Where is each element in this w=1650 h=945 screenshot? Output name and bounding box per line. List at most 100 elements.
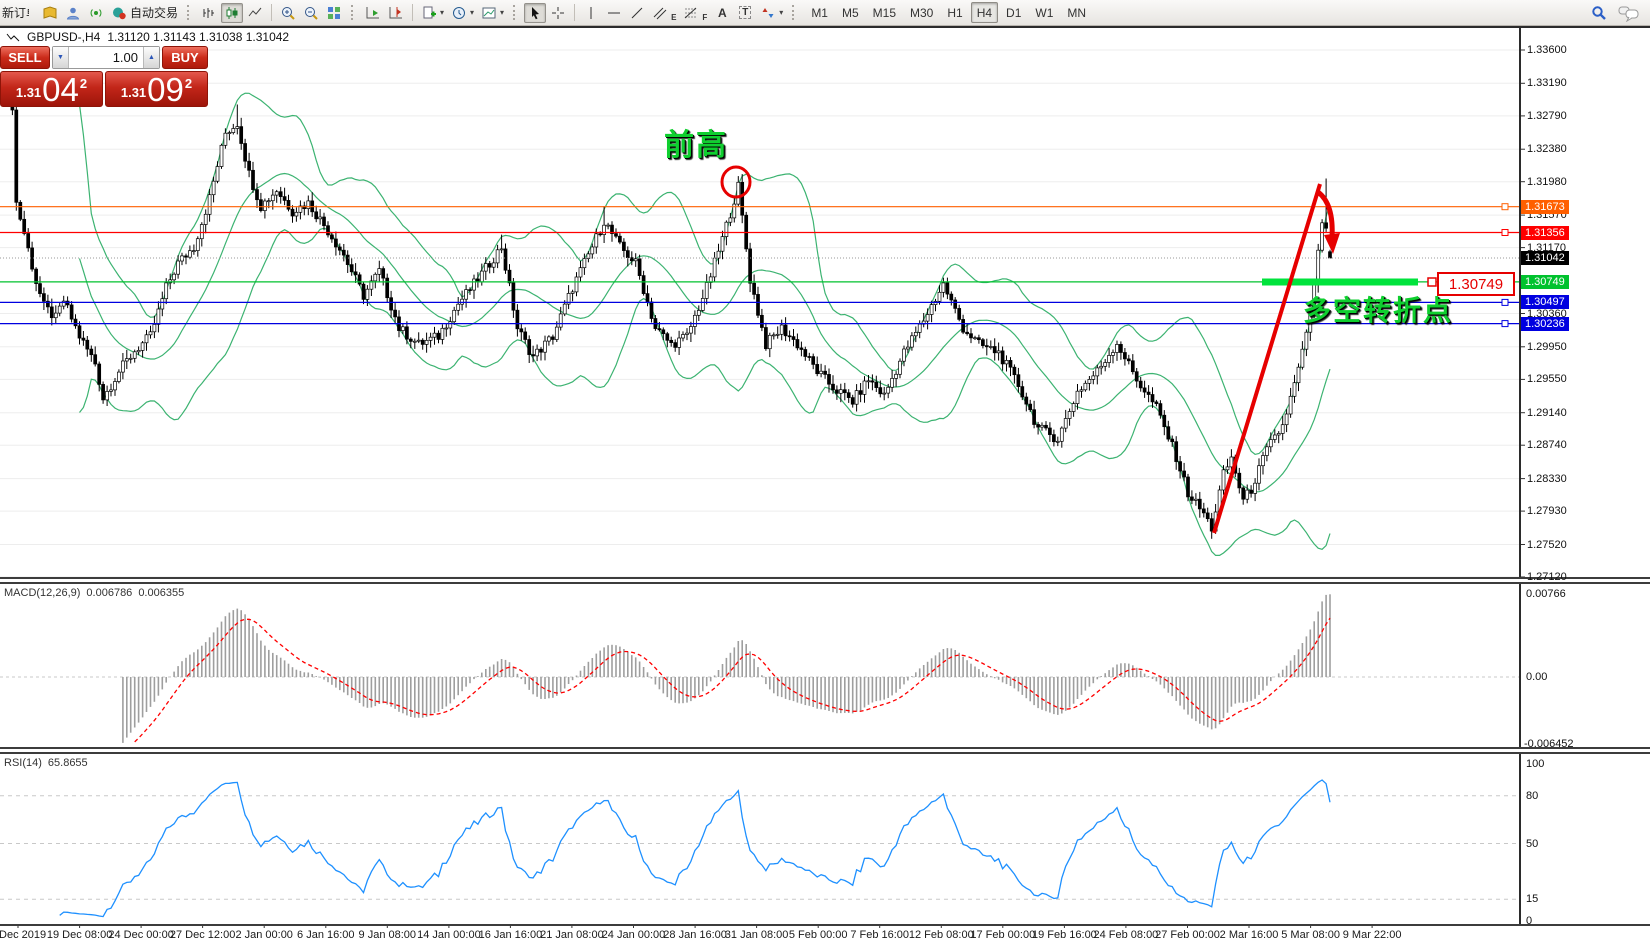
trendline-icon — [629, 5, 645, 21]
auto-scroll-button[interactable] — [362, 3, 384, 23]
indicators-button[interactable]: ▾ — [418, 3, 447, 23]
pivot-annotation: 多空转折点 — [1303, 289, 1453, 329]
auto-scroll-icon — [365, 5, 381, 21]
toolbar-grip[interactable] — [792, 5, 797, 20]
zoom-out-button[interactable] — [300, 3, 322, 23]
toolbar-grip[interactable] — [513, 5, 518, 20]
channel-tool-button[interactable]: E — [649, 3, 679, 23]
cursor-tool-button[interactable] — [524, 3, 546, 23]
arrow-down-icon: ▼ — [57, 54, 64, 61]
toolbar: 新订单 自动交易 ▾ ▾ — [0, 0, 1650, 26]
chevron-down-icon: ▾ — [440, 8, 444, 17]
bar-chart-icon — [201, 5, 217, 21]
timeframes: M1M5M15M30H1H4D1W1MN — [805, 2, 1092, 23]
trendline-tool-button[interactable] — [626, 3, 648, 23]
timeframe-H4[interactable]: H4 — [971, 2, 998, 23]
timeframe-D1[interactable]: D1 — [1000, 2, 1027, 23]
auto-trading-label: 自动交易 — [130, 4, 178, 21]
annotations-layer — [0, 0, 1650, 945]
zoom-in-icon — [280, 5, 296, 21]
new-order-button[interactable]: 新订单 — [4, 3, 38, 23]
auto-trading-icon — [111, 5, 127, 21]
search-icon[interactable] — [1590, 4, 1608, 22]
one-click-trading-panel: SELL ▼ 1.00 ▲ BUY 1.31 04 2 1.31 09 2 — [0, 46, 208, 107]
zoom-in-button[interactable] — [277, 3, 299, 23]
toolbar-grip[interactable] — [187, 5, 192, 20]
sell-price-main: 04 — [42, 75, 79, 105]
candlestick-chart-button[interactable] — [221, 3, 243, 23]
prev-high-circle[interactable] — [722, 167, 750, 197]
candlestick-icon — [224, 5, 240, 21]
rally-trendline[interactable] — [1214, 184, 1320, 533]
arrow-up-icon: ▲ — [148, 54, 155, 61]
volume-input[interactable]: 1.00 — [69, 47, 143, 68]
chevron-down-icon: ▾ — [500, 8, 504, 17]
chart-ohlc: 1.31120 1.31143 1.31038 1.31042 — [107, 30, 289, 44]
timeframe-M15[interactable]: M15 — [867, 2, 902, 23]
indicators-icon — [421, 5, 437, 21]
vertical-line-tool-button[interactable] — [580, 3, 602, 23]
line-chart-button[interactable] — [244, 3, 266, 23]
line-chart-icon — [247, 5, 263, 21]
clock-icon — [451, 5, 467, 21]
templates-button[interactable]: ▾ — [478, 3, 507, 23]
buy-price-pip: 2 — [185, 76, 192, 91]
fibo-letter: F — [702, 13, 707, 22]
sell-button[interactable]: SELL — [0, 46, 50, 69]
arrows-tool-button[interactable]: ▾ — [757, 3, 786, 23]
chevron-down-icon: ▾ — [779, 8, 783, 17]
pivot-line-handle[interactable] — [1428, 278, 1436, 286]
fibonacci-tool-button[interactable]: F — [680, 3, 710, 23]
fibonacci-icon — [683, 5, 699, 21]
text-tool-button[interactable]: A — [711, 3, 733, 23]
channel-icon — [652, 5, 668, 21]
chart-title: GBPUSD-,H4 1.31120 1.31143 1.31038 1.310… — [6, 30, 289, 44]
tile-windows-icon — [326, 5, 342, 21]
sell-price[interactable]: 1.31 04 2 — [0, 71, 103, 107]
timeframe-MN[interactable]: MN — [1061, 2, 1092, 23]
crosshair-tool-button[interactable] — [547, 3, 569, 23]
sell-price-pip: 2 — [80, 76, 87, 91]
channel-letter: E — [671, 13, 676, 22]
bar-chart-button[interactable] — [198, 3, 220, 23]
chart-title-icon — [6, 32, 20, 42]
library-button[interactable] — [39, 3, 61, 23]
timeframe-W1[interactable]: W1 — [1029, 2, 1059, 23]
pivot-price-tag[interactable]: 1.30749 — [1437, 272, 1515, 296]
timeframe-H1[interactable]: H1 — [941, 2, 968, 23]
vertical-line-icon — [583, 5, 599, 21]
new-order-label: 新订单 — [2, 4, 29, 21]
volume-stepper: ▼ 1.00 ▲ — [52, 46, 160, 69]
chevron-down-icon: ▾ — [470, 8, 474, 17]
horizontal-line-icon — [606, 5, 622, 21]
periods-button[interactable]: ▾ — [448, 3, 477, 23]
timeframe-M1[interactable]: M1 — [805, 2, 834, 23]
text-tool-letter: A — [718, 6, 727, 20]
chat-icon[interactable] — [1618, 4, 1640, 22]
arrows-icon — [760, 5, 776, 21]
buy-button[interactable]: BUY — [162, 46, 208, 69]
horizontal-line-tool-button[interactable] — [603, 3, 625, 23]
auto-trading-button[interactable]: 自动交易 — [108, 3, 181, 23]
label-tool-letter: T — [739, 6, 751, 19]
volume-decrease-button[interactable]: ▼ — [53, 47, 69, 68]
volume-increase-button[interactable]: ▲ — [143, 47, 159, 68]
timeframe-M5[interactable]: M5 — [836, 2, 865, 23]
tile-windows-button[interactable] — [323, 3, 345, 23]
toolbar-grip[interactable] — [351, 5, 356, 20]
pullback-arrow-shaft[interactable] — [1318, 192, 1332, 238]
crosshair-icon — [550, 5, 566, 21]
chart-shift-button[interactable] — [385, 3, 407, 23]
chart-shift-icon — [388, 5, 404, 21]
buy-price-prefix: 1.31 — [121, 81, 146, 105]
label-tool-button[interactable]: T — [734, 3, 756, 23]
profile-button[interactable] — [62, 3, 84, 23]
library-icon — [42, 5, 58, 21]
zoom-out-icon — [303, 5, 319, 21]
template-icon — [481, 5, 497, 21]
buy-price[interactable]: 1.31 09 2 — [105, 71, 208, 107]
prev-high-annotation: 前高 — [664, 120, 728, 164]
timeframe-M30[interactable]: M30 — [904, 2, 939, 23]
buy-price-main: 09 — [147, 75, 184, 105]
signal-button[interactable] — [85, 3, 107, 23]
